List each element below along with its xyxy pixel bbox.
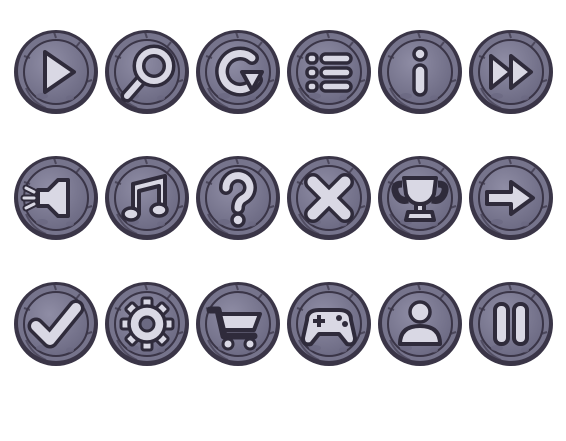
pause-button[interactable]	[467, 280, 555, 368]
shop-button[interactable]	[194, 280, 282, 368]
trophy-button[interactable]	[376, 154, 464, 242]
info-button[interactable]	[376, 28, 464, 116]
menu-button[interactable]	[285, 28, 373, 116]
settings-button[interactable]	[103, 280, 191, 368]
search-button[interactable]	[103, 28, 191, 116]
help-button[interactable]	[194, 154, 282, 242]
play-button[interactable]	[12, 28, 100, 116]
stone-button-grid	[11, 28, 555, 368]
sound-button[interactable]	[12, 154, 100, 242]
profile-button[interactable]	[376, 280, 464, 368]
confirm-button[interactable]	[12, 280, 100, 368]
music-button[interactable]	[103, 154, 191, 242]
restart-button[interactable]	[194, 28, 282, 116]
gamepad-button[interactable]	[285, 280, 373, 368]
next-button[interactable]	[467, 154, 555, 242]
fast-forward-button[interactable]	[467, 28, 555, 116]
close-button[interactable]	[285, 154, 373, 242]
